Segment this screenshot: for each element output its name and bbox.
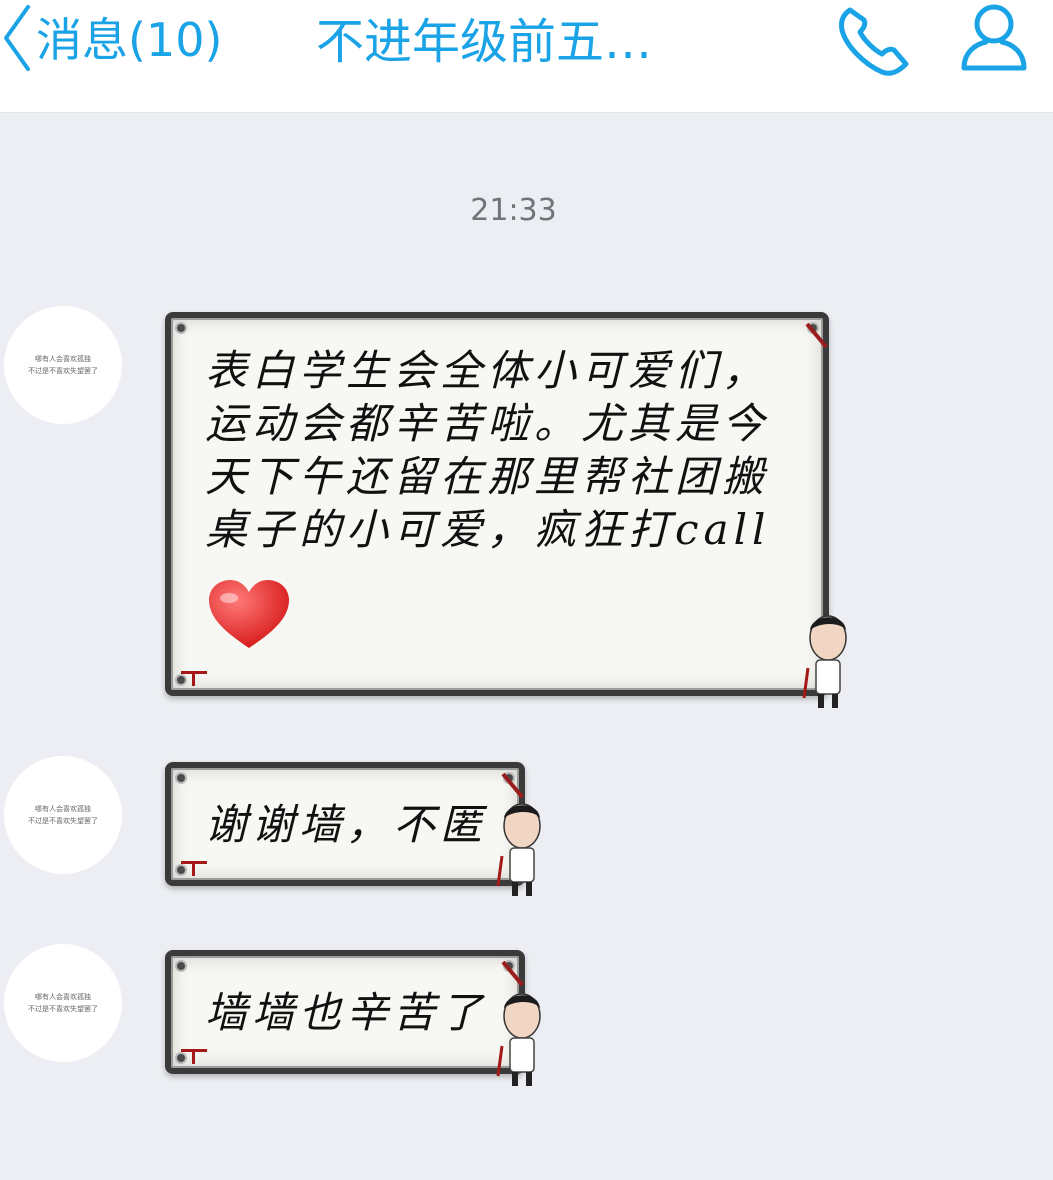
avatar-caption-line: 哪有人会喜欢孤独 (35, 355, 91, 363)
user-icon[interactable] (958, 2, 1030, 78)
avatar-caption-line: 不过是不喜欢失望罢了 (28, 1005, 98, 1013)
chat-title: 不进年级前五… (316, 14, 653, 70)
chat-header: 消息(10) 不进年级前五… (0, 0, 1053, 113)
seal-decoration (181, 1049, 207, 1064)
avatar-caption-line: 哪有人会喜欢孤独 (35, 993, 91, 1001)
cartoon-man-sticker (800, 612, 856, 716)
avatar-caption-line: 哪有人会喜欢孤独 (35, 805, 91, 813)
cartoon-man-sticker (494, 800, 550, 904)
back-label: 消息(10) (36, 13, 223, 67)
sender-avatar[interactable]: 哪有人会喜欢孤独 不过是不喜欢失望罢了 (4, 756, 122, 874)
message-bubble[interactable]: 表白学生会全体小可爱们，运动会都辛苦啦。尤其是今天下午还留在那里帮社团搬桌子的小… (165, 312, 829, 696)
message-bubble[interactable]: 谢谢墙，不匿 (165, 762, 525, 886)
back-button[interactable]: 消息(10) (0, 0, 222, 80)
seal-decoration (181, 861, 207, 876)
rivet-decoration (175, 960, 187, 972)
message-timestamp: 21:33 (470, 193, 557, 228)
seal-decoration (181, 671, 207, 686)
message-text: 墙墙也辛苦了 (205, 988, 488, 1037)
sender-avatar[interactable]: 哪有人会喜欢孤独 不过是不喜欢失望罢了 (4, 306, 122, 424)
rivet-decoration (175, 772, 187, 784)
message-bubble[interactable]: 墙墙也辛苦了 (165, 950, 525, 1074)
chevron-left-icon (0, 3, 32, 77)
message-text: 谢谢墙，不匿 (205, 800, 488, 849)
avatar-caption-line: 不过是不喜欢失望罢了 (28, 817, 98, 825)
phone-icon[interactable] (836, 4, 912, 82)
avatar-caption-line: 不过是不喜欢失望罢了 (28, 367, 98, 375)
sender-avatar[interactable]: 哪有人会喜欢孤独 不过是不喜欢失望罢了 (4, 944, 122, 1062)
heart-icon (207, 580, 291, 654)
cartoon-man-sticker (494, 990, 550, 1094)
rivet-decoration (175, 322, 187, 334)
message-text: 表白学生会全体小可爱们，运动会都辛苦啦。尤其是今天下午还留在那里帮社团搬桌子的小… (205, 346, 771, 554)
